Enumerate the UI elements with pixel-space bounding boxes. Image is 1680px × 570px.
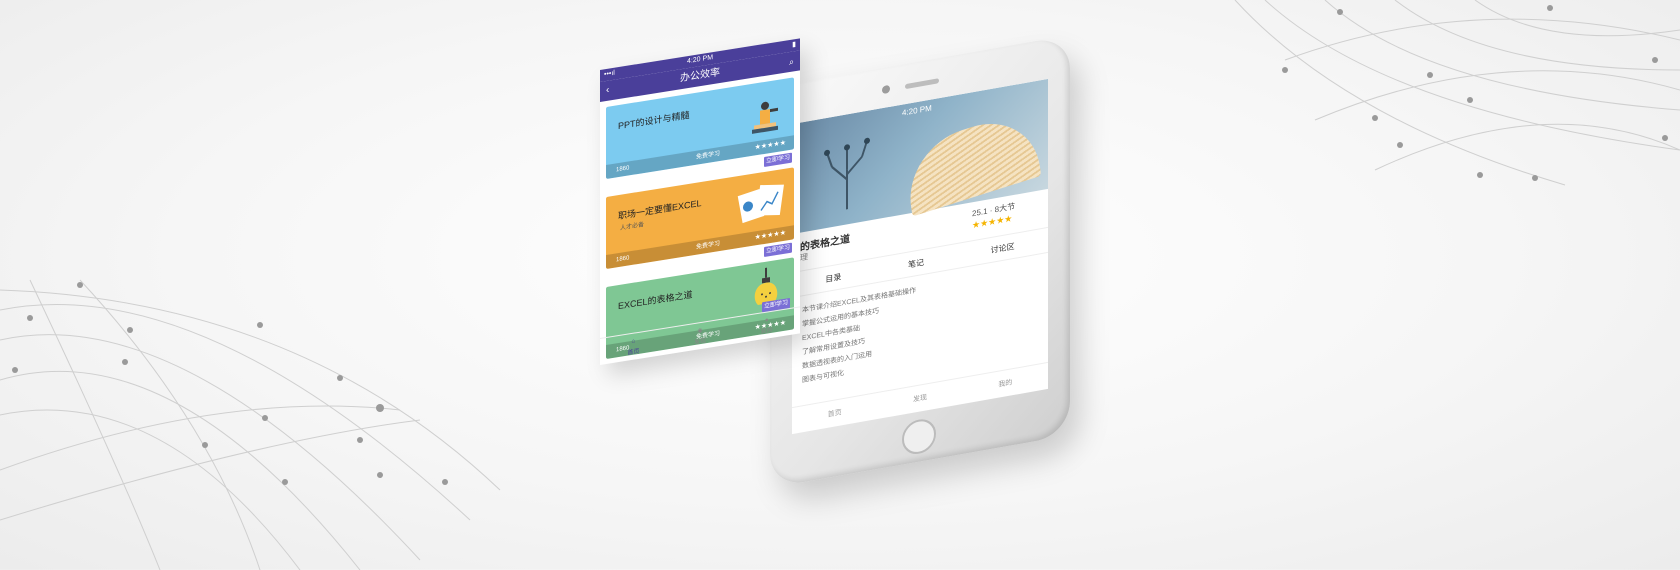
home-icon: ⌂ (631, 337, 636, 345)
tabbar-discover[interactable]: 发现 (913, 392, 927, 404)
search-icon[interactable]: ⌕ (789, 51, 794, 72)
status-time: 4:20 PM (902, 103, 932, 118)
tree-illustration (824, 137, 870, 210)
tab-discover[interactable]: ◉ 发现 (694, 326, 706, 346)
free-label: 免费学习 (696, 150, 721, 161)
chart-documents-illustration (737, 184, 784, 224)
tabbar-home[interactable]: 首页 (828, 407, 842, 419)
views-count: 1860 (616, 255, 630, 264)
tab-label: 发现 (693, 338, 706, 347)
status-time: 4:20 PM (686, 54, 714, 66)
tabbar-mine[interactable]: 我的 (998, 377, 1012, 389)
tab-label: 首页 (627, 348, 640, 357)
discover-icon: ◉ (697, 327, 703, 335)
course-detail-screen: 4:20 PM 的表格之道 理 25.1 · 8大节 ★★★★★ 目录 笔记 讨… (792, 78, 1048, 435)
tab-discussion[interactable]: 讨论区 (991, 240, 1015, 255)
course-subtitle: 理 (800, 252, 808, 263)
course-card-title: EXCEL的表格之道 (618, 289, 693, 312)
page-title: 办公效率 (680, 66, 720, 85)
course-title: 的表格之道 (800, 233, 850, 254)
views-count: 1860 (616, 165, 630, 174)
study-now-button[interactable]: 立即学习 (764, 152, 792, 168)
network-globe-left (0, 270, 520, 570)
chevron-left-icon[interactable]: ‹ (606, 81, 609, 102)
tab-notes[interactable]: 笔记 (908, 256, 924, 270)
user-icon: ● (764, 316, 769, 324)
free-label: 免费学习 (696, 240, 721, 251)
open-book-illustration (902, 108, 1042, 217)
course-list-screen: •••ıl 4:20 PM ▮ ‹ 办公效率 ⌕ PPT的设计与精髓 1860 … (600, 38, 800, 365)
rating-stars: ★★★★★ (754, 139, 786, 152)
tab-home[interactable]: ⌂ 首页 (627, 337, 639, 356)
person-on-stack-illustration (752, 101, 778, 134)
battery-icon: ▮ (792, 40, 796, 49)
study-now-button[interactable]: 立即学习 (764, 242, 792, 258)
tab-mine[interactable]: ● 我的 (761, 316, 773, 335)
course-card-title: PPT的设计与精髓 (618, 109, 690, 132)
tab-catalog[interactable]: 目录 (825, 271, 841, 285)
course-card-title: 职场一定要懂EXCEL (618, 197, 702, 222)
rating-stars: ★★★★★ (754, 229, 786, 242)
tab-label: 我的 (760, 327, 773, 336)
network-globe-right (1225, 0, 1680, 200)
